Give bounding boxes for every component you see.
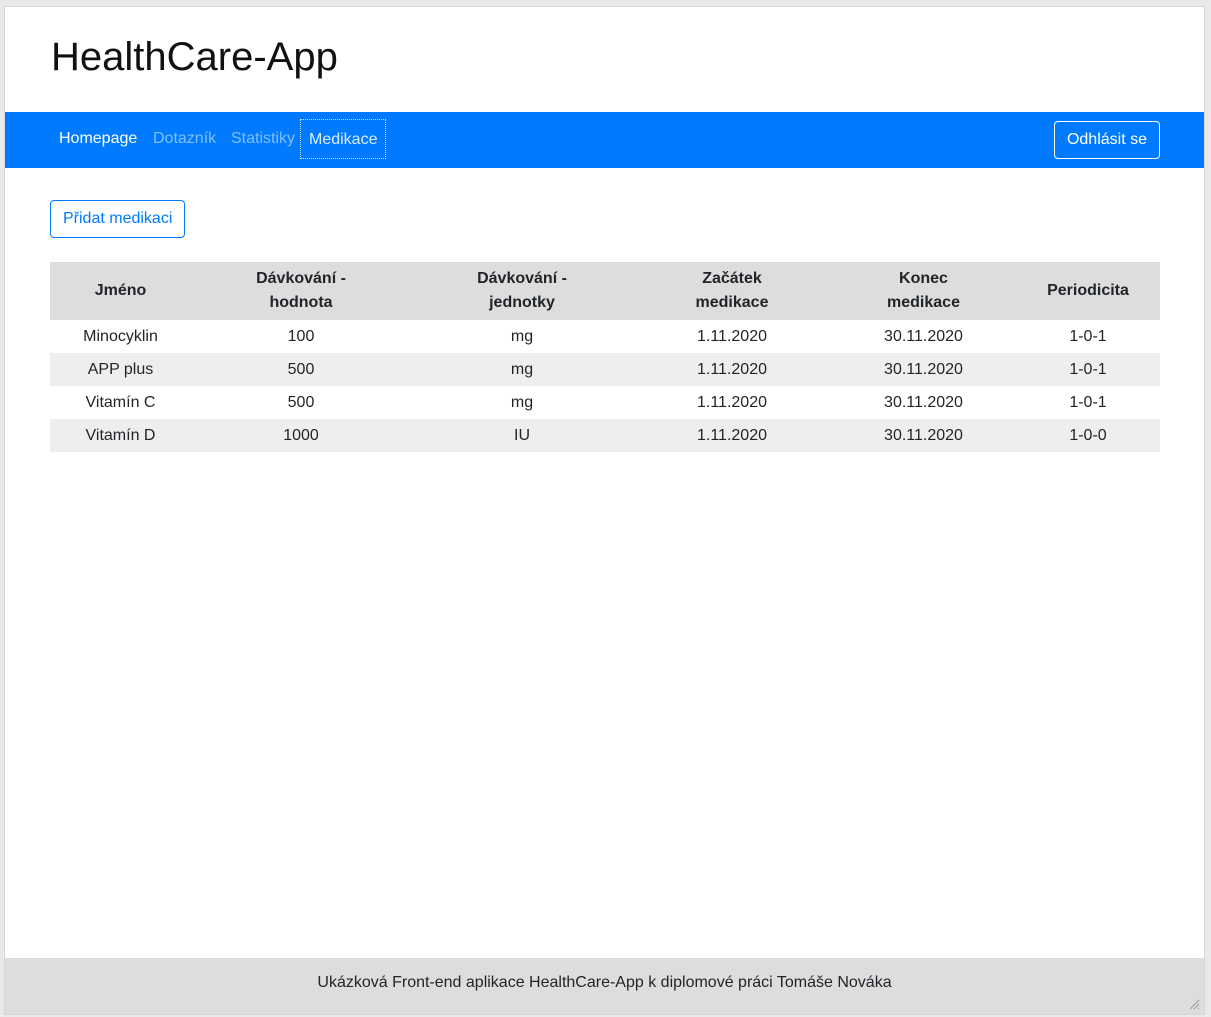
nav-dotaznik[interactable]: Dotazník: [145, 119, 224, 159]
cell-periodicity: 1-0-1: [1069, 327, 1107, 345]
cell-end: 30.11.2020: [884, 393, 963, 411]
cell-name: Vitamín D: [50, 419, 191, 452]
cell-periodicity: 1-0-1: [1016, 353, 1160, 386]
nav-homepage[interactable]: Homepage: [51, 119, 145, 159]
cell-periodicity: 1-0-0: [1016, 419, 1160, 452]
app-title: HealthCare-App: [51, 35, 338, 79]
cell-dose-unit: mg: [411, 353, 633, 386]
cell-dose-value: 500: [287, 393, 315, 411]
footer: Ukázková Front-end aplikace HealthCare-A…: [5, 958, 1204, 1014]
cell-end: 30.11.2020: [884, 327, 963, 345]
header-start: Začátek medikace: [633, 262, 831, 320]
add-medication-button[interactable]: Přidat medikaci: [50, 200, 186, 238]
cell-start: 1.11.2020: [697, 327, 767, 345]
header-start-line2: medikace: [695, 294, 769, 311]
app-window: HealthCare-App Homepage Dotazník Statist…: [4, 6, 1205, 1015]
table-row: APP plus 500 mg 1.11.2020 30.11.2020 1-0…: [50, 353, 1160, 386]
header-end: Konec medikace: [831, 262, 1016, 320]
table-row: Vitamín C 500 mg 1.11.2020 30.11.2020 1-…: [50, 386, 1160, 419]
header-dose-unit-line1: Dávkování -: [477, 270, 567, 287]
cell-end: 30.11.2020: [831, 419, 1016, 452]
header-dose-unit: Dávkování - jednotky: [411, 262, 633, 320]
cell-name: Vitamín C: [85, 393, 156, 411]
footer-text: Ukázková Front-end aplikace HealthCare-A…: [317, 974, 892, 991]
header-name-label: Jméno: [94, 282, 147, 299]
navbar: Homepage Dotazník Statistiky Medikace Od…: [5, 112, 1204, 168]
cell-start: 1.11.2020: [633, 419, 831, 452]
table-row: Minocyklin 100 mg 1.11.2020 30.11.2020 1…: [50, 320, 1160, 353]
header-dose-value: Dávkování - hodnota: [191, 262, 411, 320]
cell-start: 1.11.2020: [697, 393, 767, 411]
table-header-row: Jméno Dávkování - hodnota Dávkování - jedn…: [50, 262, 1160, 320]
header-start-line1: Začátek: [702, 270, 762, 287]
medication-table: Jméno Dávkování - hodnota Dávkování - jedn…: [50, 262, 1160, 452]
header-name: Jméno: [50, 262, 191, 320]
cell-name: APP plus: [50, 353, 191, 386]
header-periodicity-label: Periodicita: [1047, 282, 1129, 299]
cell-dose-value: 100: [287, 327, 315, 345]
header-dose-unit-line2: jednotky: [489, 294, 555, 311]
nav-statistiky[interactable]: Statistiky: [223, 119, 303, 159]
app-header: HealthCare-App: [5, 7, 1204, 111]
header-dose-value-line2: hodnota: [269, 294, 333, 311]
cell-end: 30.11.2020: [831, 353, 1016, 386]
cell-dose-unit: mg: [510, 393, 534, 411]
cell-dose-value: 500: [191, 353, 411, 386]
cell-dose-unit: IU: [411, 419, 633, 452]
header-end-line1: Konec: [899, 270, 948, 287]
header-periodicity: Periodicita: [1016, 262, 1160, 320]
cell-dose-value: 1000: [191, 419, 411, 452]
cell-dose-unit: mg: [510, 327, 534, 345]
cell-periodicity: 1-0-1: [1069, 393, 1107, 411]
table-row: Vitamín D 1000 IU 1.11.2020 30.11.2020 1…: [50, 419, 1160, 452]
nav-medikace[interactable]: Medikace: [300, 119, 387, 159]
logout-button[interactable]: Odhlásit se: [1053, 121, 1160, 159]
header-dose-value-line1: Dávkování -: [256, 270, 346, 287]
resize-grip-icon[interactable]: [1188, 998, 1200, 1010]
header-end-line2: medikace: [887, 294, 960, 311]
cell-start: 1.11.2020: [633, 353, 831, 386]
cell-name: Minocyklin: [83, 327, 158, 345]
